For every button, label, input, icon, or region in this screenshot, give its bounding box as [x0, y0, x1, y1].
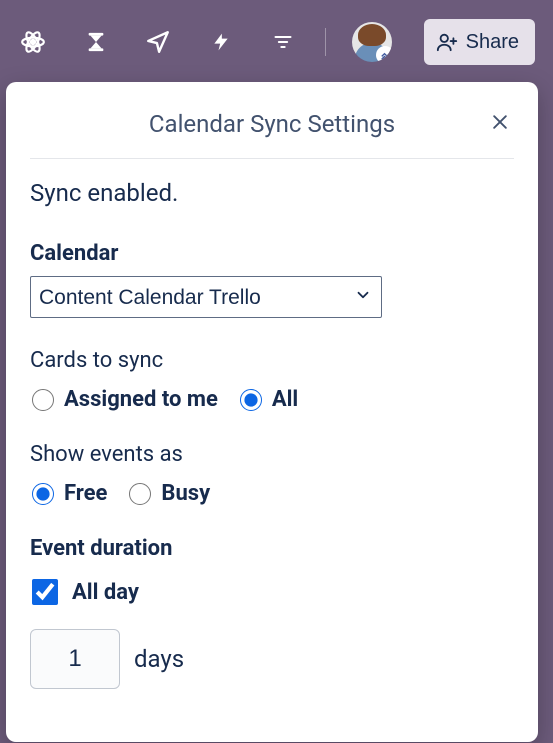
all-day-row: All day	[32, 579, 514, 605]
calendar-label: Calendar	[30, 241, 514, 266]
share-button[interactable]: Share	[424, 19, 535, 65]
show-events-label: Show events as	[30, 442, 514, 467]
calendar-select-wrap: Content Calendar Trello	[30, 276, 382, 318]
radio-assigned-to-me[interactable]: Assigned to me	[32, 387, 218, 412]
close-button[interactable]	[486, 108, 514, 136]
user-add-icon	[436, 31, 458, 53]
radio-all-input[interactable]	[240, 389, 262, 411]
cards-to-sync-label: Cards to sync	[30, 348, 514, 373]
radio-free-label: Free	[64, 481, 107, 506]
duration-input[interactable]	[30, 629, 120, 689]
radio-busy[interactable]: Busy	[129, 481, 210, 506]
sync-status: Sync enabled.	[30, 179, 514, 207]
all-day-label: All day	[72, 580, 139, 605]
radio-busy-input[interactable]	[129, 483, 151, 505]
duration-unit: days	[134, 645, 184, 673]
filter-icon[interactable]	[268, 26, 299, 58]
hourglass-icon[interactable]	[81, 26, 112, 58]
avatar-badge-icon	[376, 46, 392, 62]
radio-assigned-input[interactable]	[32, 389, 54, 411]
share-button-label: Share	[466, 31, 519, 54]
top-toolbar: Share	[0, 0, 553, 84]
atom-icon[interactable]	[18, 26, 49, 58]
calendar-select[interactable]: Content Calendar Trello	[30, 276, 382, 318]
radio-all[interactable]: All	[240, 387, 298, 412]
panel-title: Calendar Sync Settings	[30, 110, 514, 138]
cards-to-sync-group: Assigned to me All	[32, 387, 514, 412]
bolt-icon[interactable]	[206, 26, 237, 58]
radio-free-input[interactable]	[32, 483, 54, 505]
radio-all-label: All	[272, 387, 298, 412]
show-events-group: Free Busy	[32, 481, 514, 506]
calendar-sync-panel: Calendar Sync Settings Sync enabled. Cal…	[6, 82, 538, 742]
toolbar-divider	[325, 28, 326, 56]
all-day-checkbox[interactable]	[32, 579, 58, 605]
location-arrow-icon[interactable]	[143, 26, 174, 58]
radio-assigned-label: Assigned to me	[64, 387, 218, 412]
event-duration-label: Event duration	[30, 536, 514, 561]
radio-busy-label: Busy	[161, 481, 210, 506]
avatar[interactable]	[352, 22, 392, 62]
close-icon	[490, 112, 510, 132]
duration-row: days	[30, 629, 514, 689]
radio-free[interactable]: Free	[32, 481, 107, 506]
panel-header: Calendar Sync Settings	[30, 106, 514, 159]
